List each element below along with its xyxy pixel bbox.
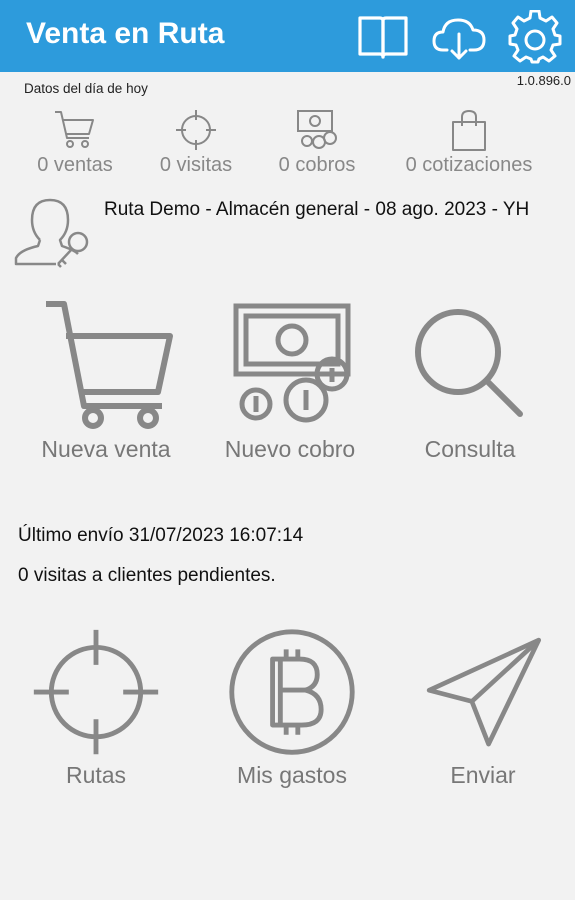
cash-icon [297, 110, 337, 149]
crosshair-icon [33, 629, 159, 755]
user-key-icon [12, 192, 96, 276]
last-sync-text: Último envío 31/07/2023 16:07:14 [18, 525, 304, 546]
summary-title: Datos del día de hoy [24, 81, 148, 96]
cloud-download-icon[interactable] [432, 10, 486, 64]
new-collection-button[interactable]: Nuevo cobro [212, 296, 368, 463]
stat-cotizaciones: 0 cotizaciones [392, 108, 546, 177]
route-info: Ruta Demo - Almacén general - 08 ago. 20… [104, 199, 530, 220]
app-bar: Venta en Ruta [0, 0, 575, 72]
query-button[interactable]: Consulta [400, 296, 540, 463]
send-icon [426, 637, 542, 747]
tile-label: Nuevo cobro [224, 436, 356, 462]
stat-visitas: 0 visitas [150, 108, 242, 177]
stat-label: 0 cotizaciones [405, 154, 533, 176]
book-icon[interactable] [356, 10, 410, 64]
tile-label: Consulta [424, 436, 516, 462]
stat-cobros: 0 cobros [270, 108, 364, 177]
magnifier-icon [415, 309, 523, 417]
tile-label: Rutas [65, 762, 127, 788]
tile-label: Mis gastos [237, 762, 347, 788]
crosshair-icon [176, 110, 216, 150]
stat-label: 0 ventas [37, 154, 113, 176]
cart-icon [55, 111, 94, 148]
version-label: 1.0.896.0 [516, 73, 571, 88]
stat-label: 0 visitas [159, 154, 233, 176]
send-button[interactable]: Enviar [418, 626, 548, 789]
cash-coins-icon [233, 303, 351, 423]
shopping-bag-icon [452, 110, 486, 151]
tile-label: Nueva venta [41, 436, 171, 462]
bitcoin-icon [229, 629, 355, 755]
new-sale-button[interactable]: Nueva venta [30, 296, 182, 463]
stat-ventas: 0 ventas [30, 108, 120, 177]
tile-label: Enviar [450, 762, 516, 788]
routes-button[interactable]: Rutas [26, 626, 166, 789]
app-title: Venta en Ruta [26, 17, 225, 50]
gear-icon[interactable] [508, 9, 562, 64]
my-expenses-button[interactable]: Mis gastos [220, 626, 364, 789]
cart-icon [46, 301, 173, 429]
stat-label: 0 cobros [278, 154, 356, 176]
pending-visits-text: 0 visitas a clientes pendientes. [18, 565, 276, 586]
